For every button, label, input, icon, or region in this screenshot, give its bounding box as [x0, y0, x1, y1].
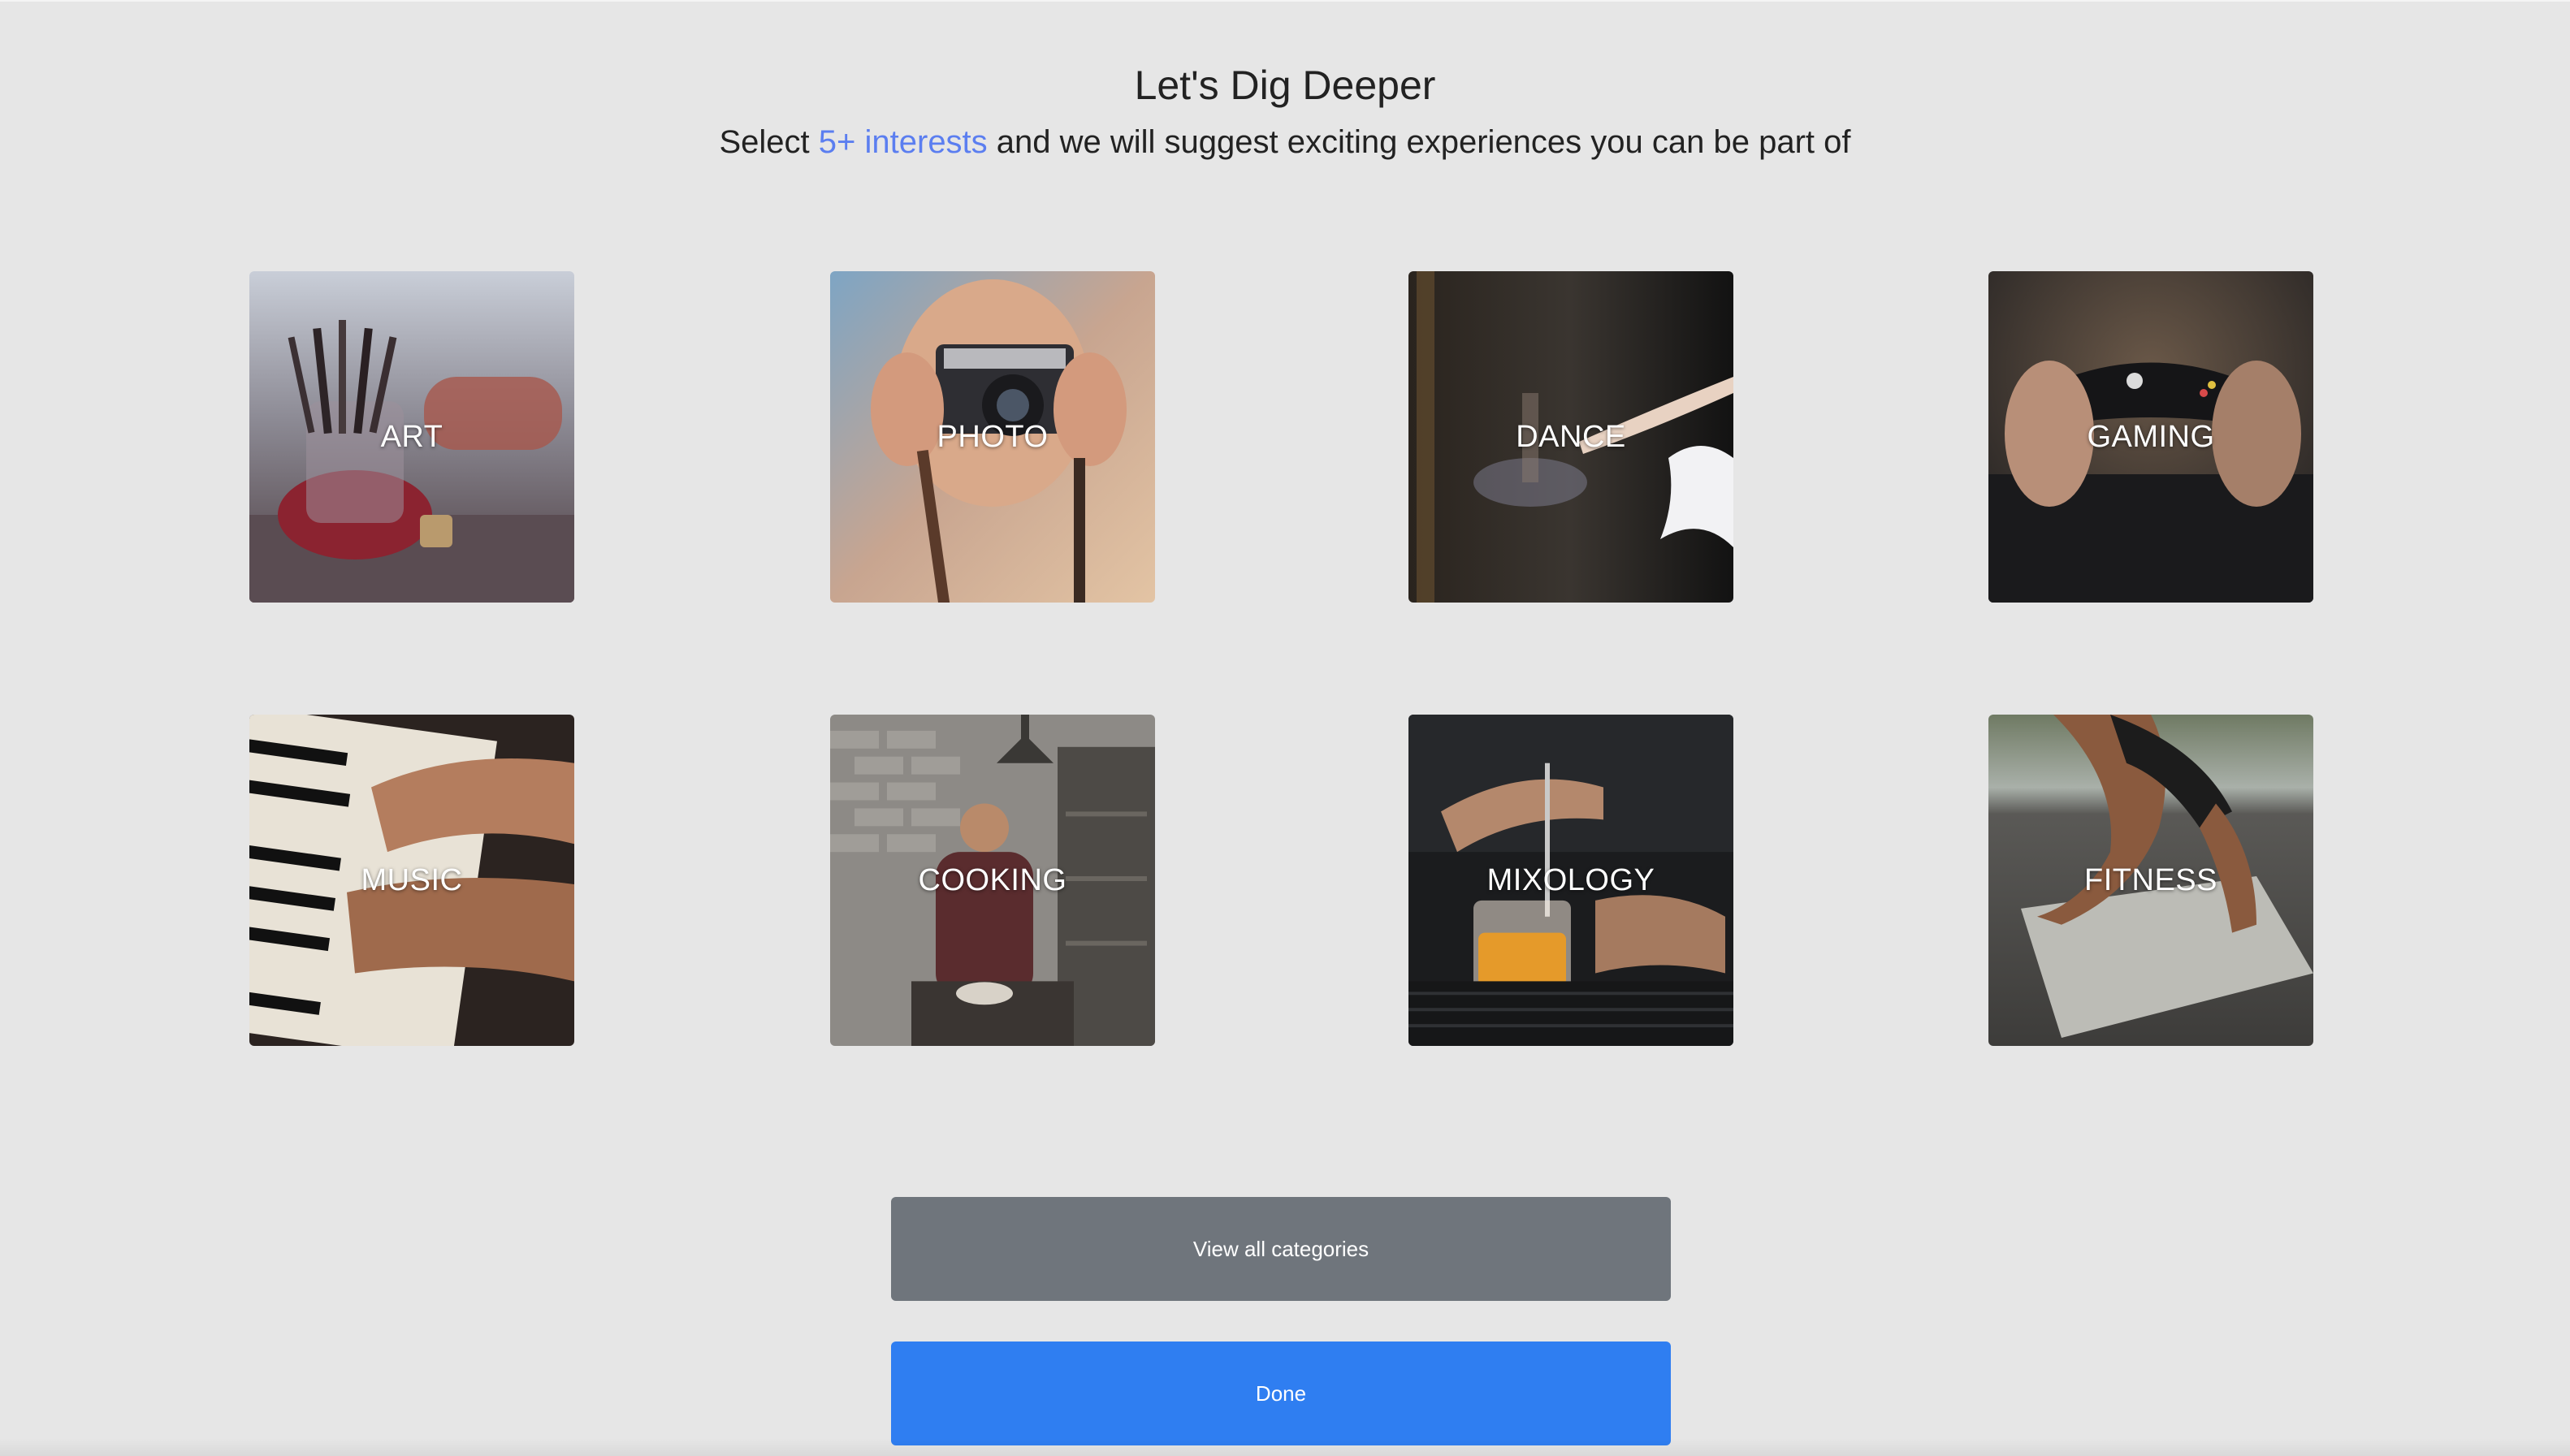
view-all-categories-button[interactable]: View all categories [891, 1197, 1671, 1301]
category-label: GAMING [2087, 419, 2215, 454]
subtitle-suffix: and we will suggest exciting experiences… [987, 124, 1851, 160]
category-tile-photo[interactable]: PHOTO [830, 271, 1155, 603]
done-button[interactable]: Done [891, 1342, 1671, 1445]
category-tile-dance[interactable]: DANCE [1408, 271, 1733, 603]
page-subtitle: Select 5+ interests and we will suggest … [0, 119, 2570, 166]
category-tile-mixology[interactable]: MIXOLOGY [1408, 715, 1733, 1046]
top-divider [0, 0, 2570, 2]
category-label: MUSIC [361, 862, 463, 897]
page-title: Let's Dig Deeper [1134, 63, 1436, 108]
category-tile-gaming[interactable]: GAMING [1988, 271, 2313, 603]
interest-count-highlight: 5+ interests [818, 124, 988, 160]
category-label: FITNESS [2084, 862, 2217, 897]
category-label: DANCE [1516, 419, 1626, 454]
interests-page: Let's Dig Deeper Select 5+ interests and… [0, 0, 2570, 1456]
category-label: PHOTO [937, 419, 1049, 454]
category-label: COOKING [918, 862, 1067, 897]
category-label: MIXOLOGY [1486, 862, 1655, 897]
category-label: ART [380, 419, 443, 454]
category-tile-music[interactable]: MUSIC [249, 715, 574, 1046]
category-tile-art[interactable]: ART [249, 271, 574, 603]
subtitle-prefix: Select [719, 124, 819, 160]
category-tile-cooking[interactable]: COOKING [830, 715, 1155, 1046]
category-tile-fitness[interactable]: FITNESS [1988, 715, 2313, 1046]
